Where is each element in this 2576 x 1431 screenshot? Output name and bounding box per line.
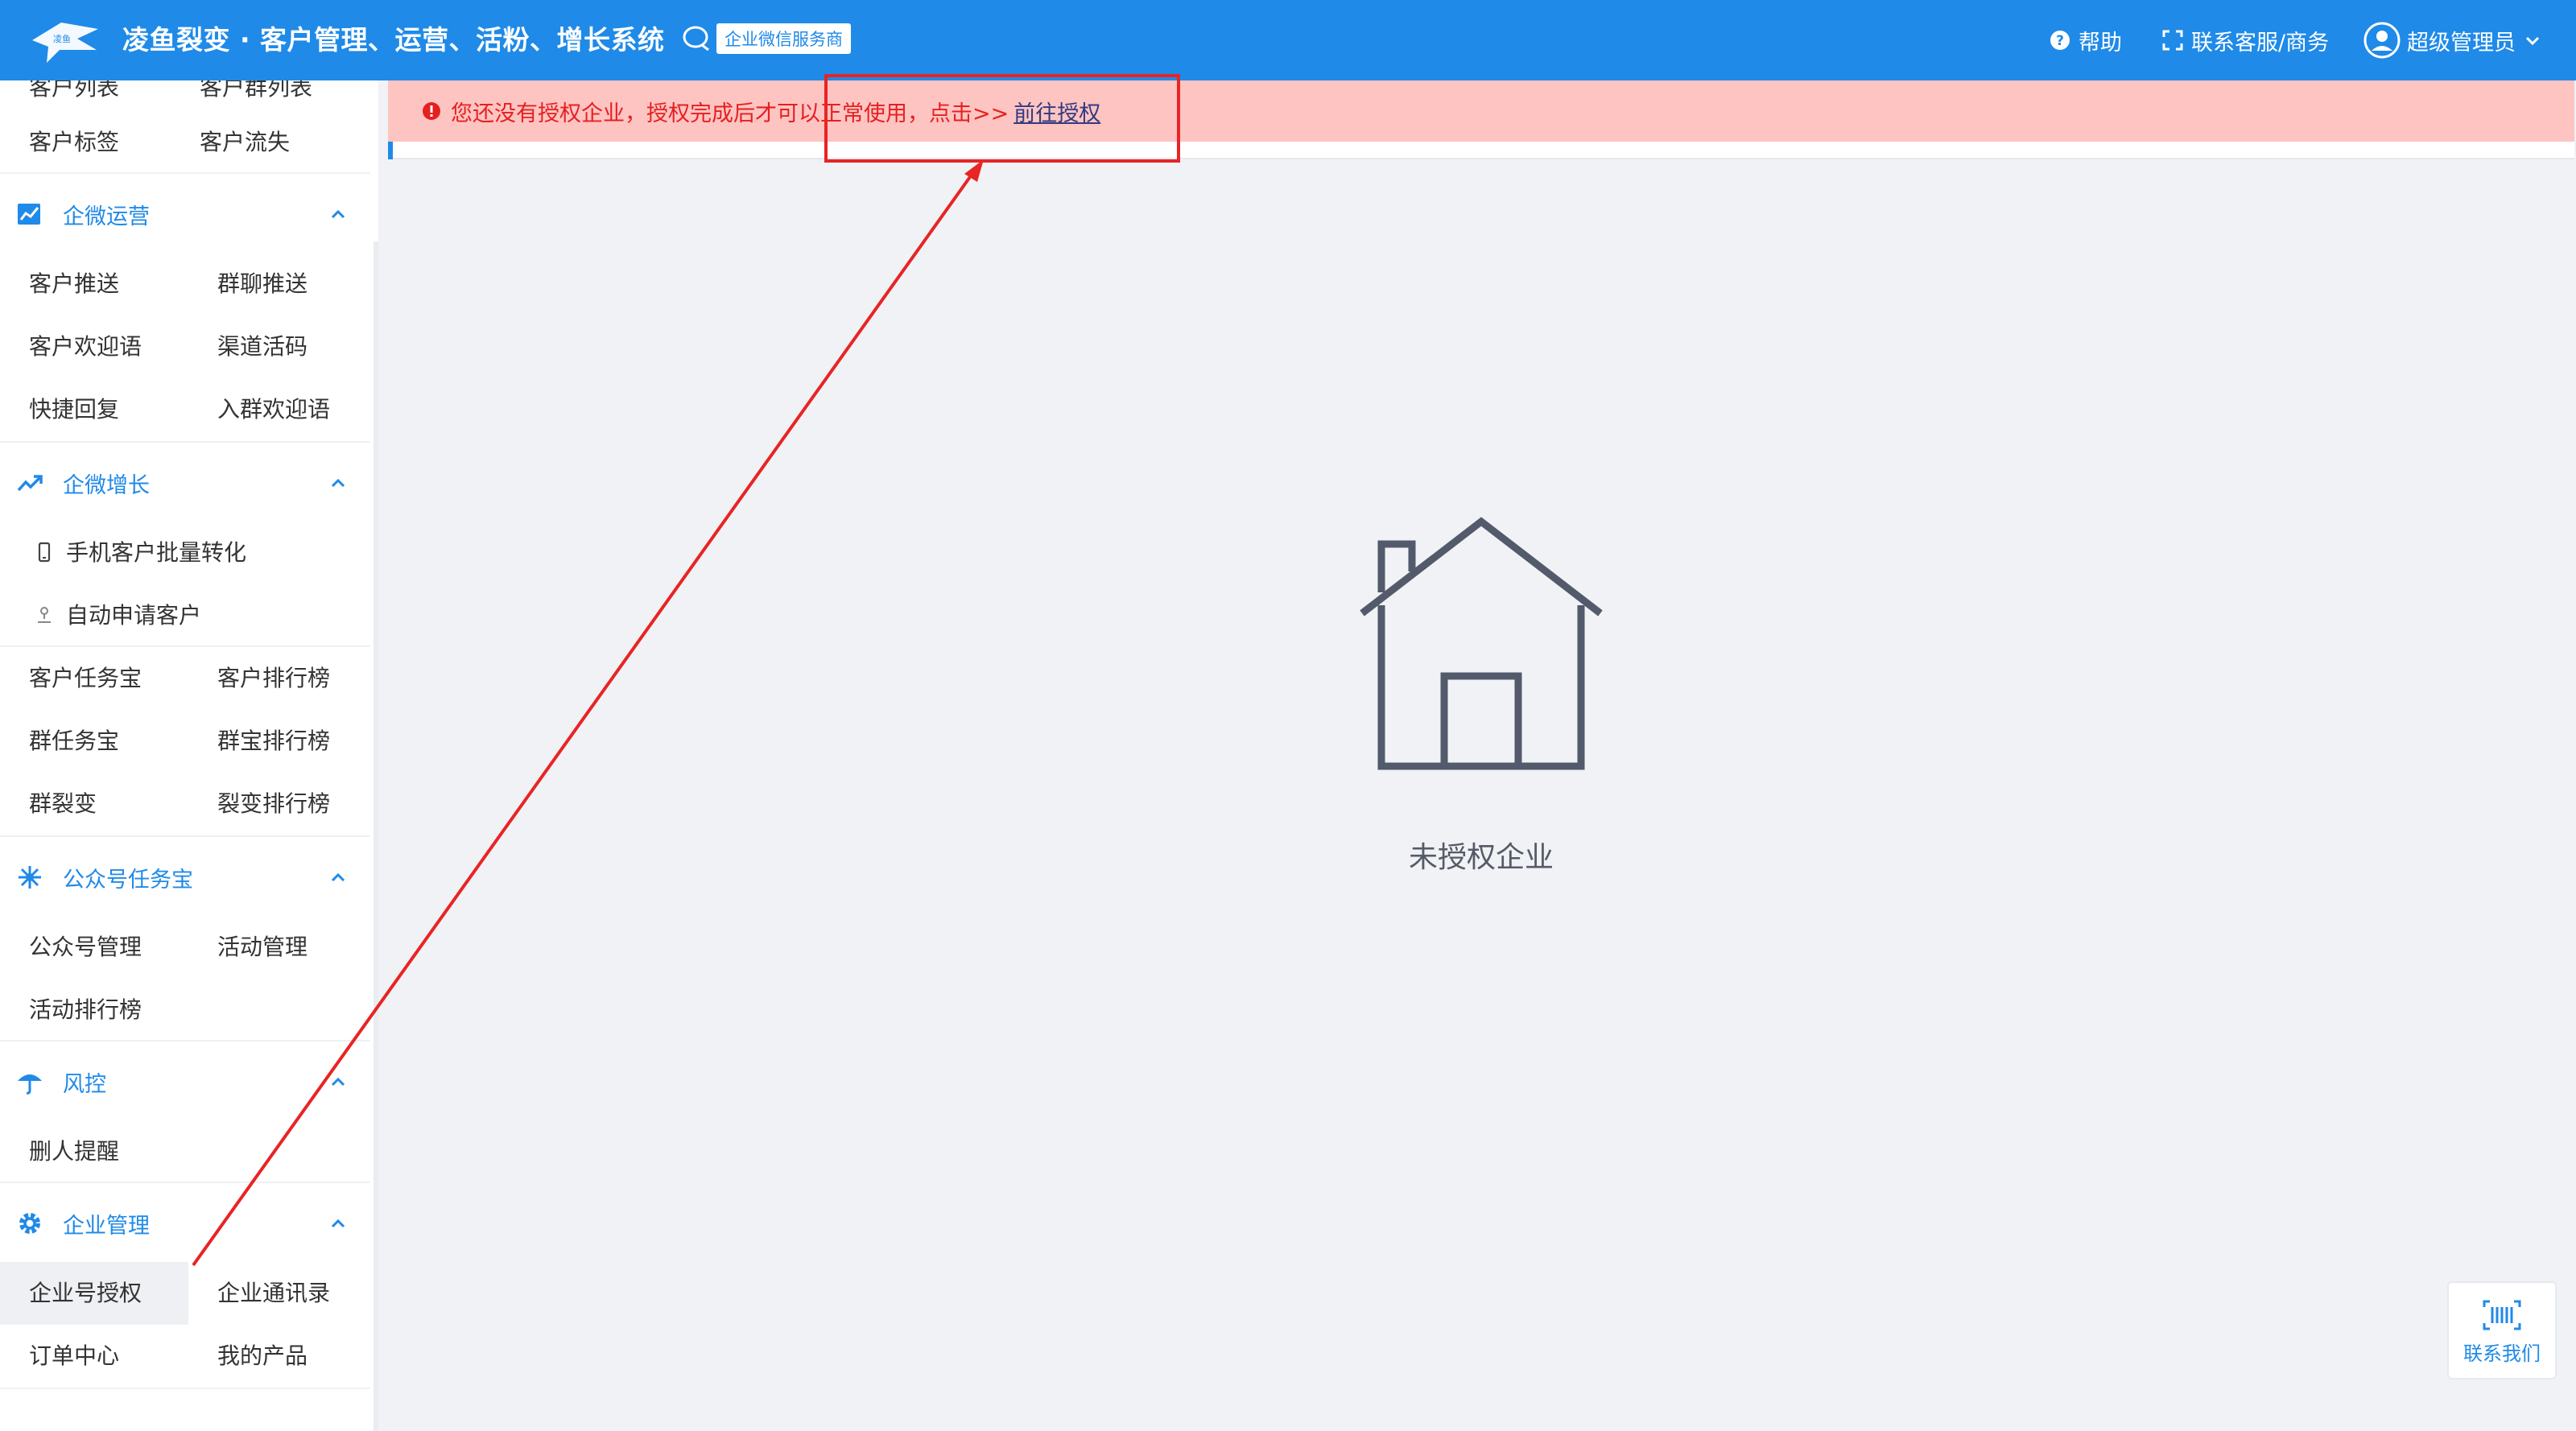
chevron-up-icon [331,1219,345,1228]
sidebar-item-group-ranking[interactable]: 群宝排行榜 [217,710,330,773]
sidebar-item-delete-alert[interactable]: 删人提醒 [29,1120,119,1183]
sidebar-item-label: 手机客户批量转化 [66,539,247,566]
sidebar-item-customer-push[interactable]: 客户推送 [29,253,119,315]
snowflake-icon [19,866,41,889]
section-title: 企微运营 [63,204,150,229]
sidebar-item-group-task[interactable]: 群任务宝 [29,710,119,773]
section-title: 风控 [63,1071,106,1097]
section-title: 企微增长 [63,472,150,498]
sidebar-item-customer-task[interactable]: 客户任务宝 [29,647,142,710]
question-icon: ? [2050,31,2070,50]
empty-state-text: 未授权企业 [1408,841,1554,874]
section-risk-control[interactable]: 风控 [0,1041,370,1122]
sidebar-item-fission-ranking[interactable]: 裂变排行榜 [217,773,330,835]
sidebar-item-phone-batch-convert[interactable]: 手机客户批量转化 [34,522,246,584]
sidebar-item-label: 自动申请客户 [66,602,202,629]
divider [0,1388,370,1389]
sidebar-item-group-push[interactable]: 群聊推送 [217,253,308,315]
trend-icon [17,475,43,492]
contact-service-label: 联系客服/商务 [2191,30,2330,56]
user-name: 超级管理员 [2407,30,2516,56]
contact-us-button[interactable]: 联系我们 [2447,1281,2557,1379]
help-label: 帮助 [2079,30,2122,56]
app-title: 凌鱼裂变 · 客户管理、运营、活粉、增长系统 [122,24,665,56]
section-title: 企业管理 [63,1213,150,1239]
chevron-up-icon [331,478,345,488]
sidebar-item-activity-manage[interactable]: 活动管理 [217,916,308,979]
section-enterprise-manage[interactable]: 企业管理 [0,1183,370,1264]
sidebar-item-order-center[interactable]: 订单中心 [29,1325,119,1388]
gear-icon [19,1213,40,1234]
svg-text:?: ? [2056,33,2064,49]
logo-text: 凌鱼 [53,33,71,44]
sidebar-item-quick-reply[interactable]: 快捷回复 [29,378,119,441]
chart-icon [18,204,40,225]
sidebar-item-activity-ranking[interactable]: 活动排行榜 [29,979,142,1041]
section-wecom-growth[interactable]: 企微增长 [0,443,370,523]
sidebar-item-channel-qrcode[interactable]: 渠道活码 [217,315,308,378]
umbrella-icon [18,1074,42,1095]
sidebar-item-enterprise-auth[interactable]: 企业号授权 [0,1262,188,1325]
avatar-icon [2363,22,2401,59]
fullscreen-icon [2162,30,2183,51]
section-official-account-task[interactable]: 公众号任务宝 [0,837,370,918]
user-menu[interactable]: 超级管理员 [2363,22,2541,59]
chevron-up-icon [331,872,345,882]
user-stamp-icon [38,607,51,623]
chat-bubble-icon [683,26,709,52]
contact-us-label: 联系我们 [2463,1342,2541,1365]
logo-fish-icon[interactable]: 凌鱼 [29,18,101,66]
section-wecom-operations[interactable]: 企微运营 [0,174,370,254]
auth-alert-banner: 您还没有授权企业，授权完成后才可以正常使用，点击>> 前往授权 [388,80,2574,142]
chevron-up-icon [331,209,345,219]
sidebar-item-customer-churn[interactable]: 客户流失 [200,111,290,174]
sidebar-item-group-fission[interactable]: 群裂变 [29,773,97,835]
sidebar: 客户列表 客户群列表 客户标签 客户流失 企微运营 客户推送 群聊推送 客户欢迎… [0,80,378,1431]
section-title: 公众号任务宝 [63,867,193,893]
sidebar-item-customer-tags[interactable]: 客户标签 [29,111,119,174]
barcode-icon [2483,1300,2521,1330]
provider-badge[interactable]: 企业微信服务商 [681,23,851,55]
sidebar-item-auto-apply-customer[interactable]: 自动申请客户 [34,584,201,647]
sidebar-item-group-welcome[interactable]: 入群欢迎语 [217,378,330,441]
phone-icon [38,542,51,563]
sidebar-item-official-account-manage[interactable]: 公众号管理 [29,916,142,979]
help-link[interactable]: ? 帮助 [2048,24,2122,56]
error-icon [423,102,440,120]
annotation-highlight-box [824,74,1180,163]
top-header: 凌鱼 凌鱼裂变 · 客户管理、运营、活粉、增长系统 企业微信服务商 ? 帮助 联… [0,0,2576,80]
sidebar-item-my-products[interactable]: 我的产品 [217,1325,308,1388]
chevron-down-icon [2525,36,2540,46]
contact-service-link[interactable]: 联系客服/商务 [2161,24,2329,56]
chevron-up-icon [331,1077,345,1087]
provider-badge-label: 企业微信服务商 [716,23,851,54]
house-icon [1360,517,1603,770]
sidebar-item-enterprise-contacts[interactable]: 企业通讯录 [217,1262,330,1325]
content-header-bar [388,142,2574,159]
sidebar-item-customer-ranking[interactable]: 客户排行榜 [217,647,330,710]
accent-bar [388,142,393,159]
sidebar-item-customer-welcome[interactable]: 客户欢迎语 [29,315,142,378]
sidebar-scrollbar[interactable] [374,241,378,1431]
